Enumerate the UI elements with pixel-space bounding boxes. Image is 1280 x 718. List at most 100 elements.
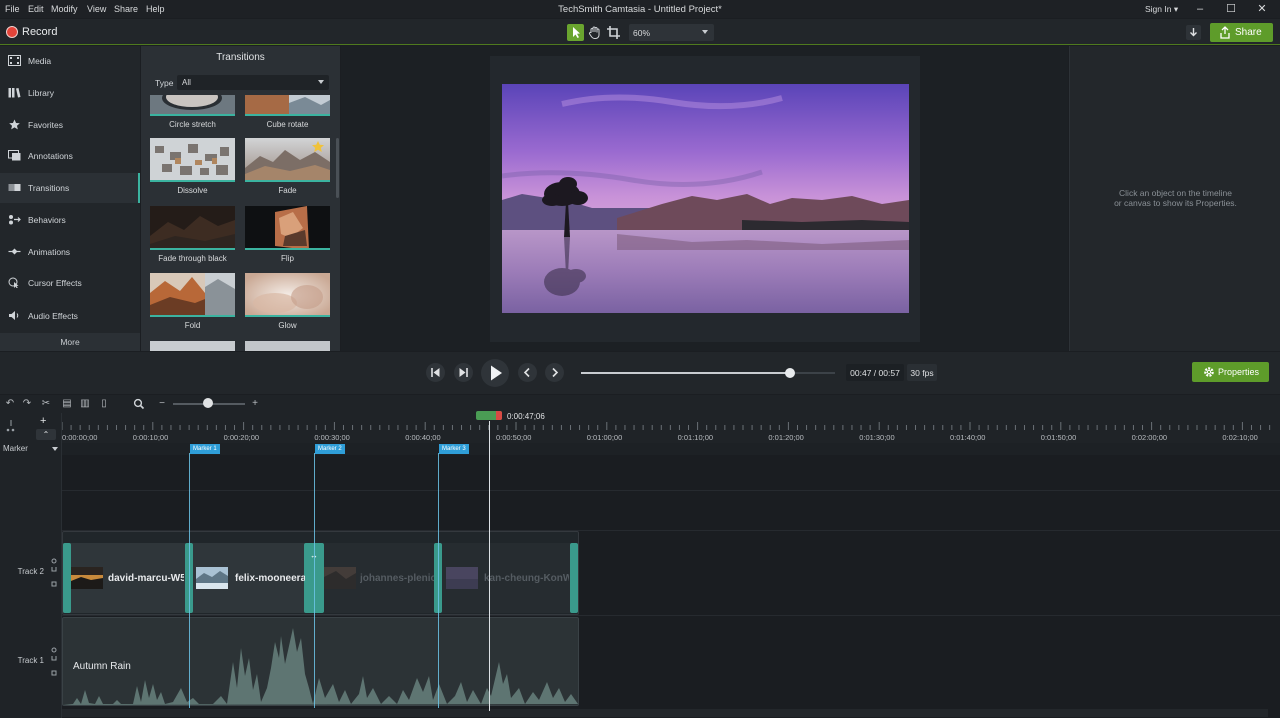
audio-clip[interactable] bbox=[62, 617, 579, 706]
marker-line bbox=[438, 453, 439, 708]
transition-glow[interactable]: Glow bbox=[245, 273, 330, 333]
type-dropdown[interactable]: All bbox=[177, 75, 329, 90]
search-icon[interactable] bbox=[133, 398, 145, 410]
timeline-ruler[interactable]: 0:00:00;00 0:00:10;00 0:00:20;00 0:00:30;00… bbox=[62, 413, 1280, 443]
timeline-scrollbar[interactable] bbox=[62, 709, 1268, 717]
marker-track-header[interactable]: Marker bbox=[0, 443, 62, 455]
properties-pane: Click an object on the timeline or canva… bbox=[1069, 46, 1280, 351]
chevron-down-icon[interactable] bbox=[52, 447, 58, 451]
ruler-label: 0:02:10;00 bbox=[1222, 433, 1258, 442]
crop-tool-icon[interactable] bbox=[605, 24, 622, 41]
track-options-icon[interactable] bbox=[6, 419, 16, 433]
tile-label: Flip bbox=[281, 254, 294, 263]
zoom-in-icon[interactable]: + bbox=[249, 398, 261, 410]
nav-behaviors[interactable]: Behaviors bbox=[0, 205, 140, 235]
transition-flip[interactable]: Flip bbox=[245, 206, 330, 266]
canvas-area[interactable] bbox=[341, 46, 1068, 351]
nav-transitions[interactable]: Transitions bbox=[0, 173, 140, 203]
transition-circle-stretch[interactable]: Circle stretch bbox=[150, 95, 235, 131]
share-icon bbox=[1220, 26, 1230, 39]
paste-icon[interactable]: ▥ bbox=[79, 398, 91, 410]
step-back-icon[interactable] bbox=[426, 363, 445, 382]
transition-dissolve[interactable]: Dissolve bbox=[150, 138, 235, 198]
transitions-panel: Transitions Type All Circle stretch Cube… bbox=[141, 46, 340, 351]
track-label: Track 2 bbox=[17, 567, 44, 576]
animation-icon bbox=[8, 248, 21, 255]
nav-media[interactable]: Media bbox=[0, 46, 140, 76]
minimize-icon[interactable]: – bbox=[1189, 1, 1211, 17]
cut-icon[interactable]: ✂ bbox=[40, 398, 52, 410]
track-1-controls[interactable] bbox=[51, 647, 57, 677]
clip-handle[interactable] bbox=[63, 543, 71, 613]
zoom-dropdown[interactable]: 60% bbox=[629, 24, 714, 41]
timeline-zoom-knob[interactable] bbox=[203, 398, 213, 408]
marker-3[interactable]: Marker 3 bbox=[439, 444, 469, 454]
tile-label: Fade bbox=[278, 186, 297, 195]
nav-favorites[interactable]: Favorites bbox=[0, 110, 140, 140]
clip-thumbnail bbox=[196, 567, 228, 589]
nav-animations[interactable]: Animations bbox=[0, 237, 140, 267]
scrubber-track[interactable] bbox=[581, 368, 835, 378]
clip-handle[interactable] bbox=[570, 543, 578, 613]
track-2-controls[interactable] bbox=[51, 558, 57, 588]
undo-icon[interactable]: ↶ bbox=[4, 398, 16, 410]
more-button[interactable]: More bbox=[0, 333, 140, 351]
playhead-out-point[interactable] bbox=[496, 411, 502, 420]
maximize-icon[interactable]: ☐ bbox=[1220, 1, 1242, 17]
transition-fade-through-black[interactable]: Fade through black bbox=[150, 206, 235, 266]
gear-icon bbox=[1204, 367, 1214, 377]
transition-fold[interactable]: Fold bbox=[150, 273, 235, 333]
marker-1[interactable]: Marker 1 bbox=[190, 444, 220, 454]
window-title: TechSmith Camtasia - Untitled Project* bbox=[558, 4, 722, 15]
panel-title: Transitions bbox=[216, 52, 265, 63]
download-icon[interactable] bbox=[1186, 25, 1201, 40]
properties-label: Properties bbox=[1218, 367, 1260, 377]
ruler-label: 0:00:20;00 bbox=[223, 433, 260, 442]
type-label: Type bbox=[155, 78, 174, 88]
transition-partial[interactable] bbox=[245, 341, 330, 351]
play-icon[interactable] bbox=[481, 359, 509, 387]
ruler-label: 0:00:50;00 bbox=[496, 433, 532, 442]
zoom-out-icon[interactable]: − bbox=[156, 398, 168, 410]
transition-partial[interactable] bbox=[150, 341, 235, 351]
panel-scrollbar[interactable] bbox=[336, 138, 339, 198]
scrubber-fill bbox=[581, 372, 791, 374]
nav-cursor-effects[interactable]: Cursor Effects bbox=[0, 268, 140, 298]
scrubber-knob[interactable] bbox=[785, 368, 796, 378]
record-button[interactable]: Record bbox=[22, 26, 57, 38]
record-icon[interactable] bbox=[6, 26, 18, 38]
properties-button[interactable]: Properties bbox=[1192, 362, 1269, 382]
pan-tool-icon[interactable] bbox=[586, 24, 603, 41]
copy-icon[interactable]: ▤ bbox=[61, 398, 73, 410]
transition-cube-rotate[interactable]: Cube rotate bbox=[245, 95, 330, 131]
nav-library[interactable]: Library bbox=[0, 78, 140, 108]
marker-row[interactable]: Marker 1 Marker 2 Marker 3 bbox=[62, 443, 1280, 455]
clip-thumbnail bbox=[446, 567, 478, 589]
previous-icon[interactable] bbox=[518, 363, 537, 382]
collapse-tracks-icon[interactable]: ⌃ bbox=[36, 429, 56, 440]
marker-2[interactable]: Marker 2 bbox=[315, 444, 345, 454]
nav-annotations[interactable]: Annotations bbox=[0, 141, 140, 171]
main-toolbar: Record 60% Share bbox=[0, 19, 1280, 45]
add-track-icon[interactable]: + bbox=[40, 415, 46, 427]
nav-audio-effects[interactable]: Audio Effects bbox=[0, 301, 140, 331]
select-tool-icon[interactable] bbox=[567, 24, 584, 41]
marker-line bbox=[314, 453, 315, 708]
transition-fade[interactable]: Fade bbox=[245, 138, 330, 198]
close-icon[interactable]: ✕ bbox=[1251, 1, 1273, 17]
redo-icon[interactable]: ↷ bbox=[21, 398, 33, 410]
step-forward-icon[interactable] bbox=[454, 363, 473, 382]
fps-display[interactable]: 30 fps bbox=[907, 364, 937, 381]
next-icon[interactable] bbox=[545, 363, 564, 382]
sign-in-button[interactable]: Sign In ▾ bbox=[1145, 4, 1178, 15]
chevron-down-icon bbox=[702, 30, 708, 34]
nav-label: Library bbox=[28, 88, 54, 98]
share-button[interactable]: Share bbox=[1210, 23, 1273, 42]
canvas-preview-image[interactable] bbox=[502, 84, 909, 313]
chevron-down-icon bbox=[318, 80, 324, 84]
empty-track-area[interactable] bbox=[62, 490, 1280, 530]
tile-label: Cube rotate bbox=[266, 120, 309, 129]
star-icon bbox=[9, 119, 20, 130]
split-icon[interactable]: ▯ bbox=[98, 398, 110, 410]
ruler-label: 0:00:00;00 bbox=[62, 433, 98, 442]
